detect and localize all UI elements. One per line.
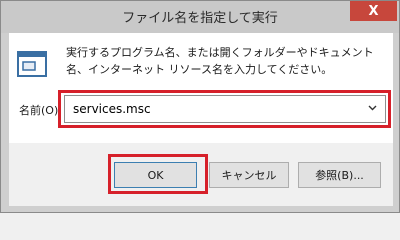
run-dialog: ファイル名を指定して実行 X 実行するプログラム名、または開くフォルダーやドキュ… — [0, 0, 400, 213]
close-button[interactable]: X — [350, 1, 397, 21]
browse-button[interactable]: 参照(B)... — [298, 162, 381, 188]
title-bar: ファイル名を指定して実行 X — [1, 1, 399, 33]
close-icon: X — [368, 3, 379, 19]
cancel-button[interactable]: キャンセル — [209, 162, 289, 188]
run-dialog-icon — [17, 51, 47, 77]
cancel-button-label: キャンセル — [221, 169, 277, 182]
highlight-frame-input — [58, 90, 391, 128]
open-label: 名前(O): — [19, 104, 62, 117]
window-title: ファイル名を指定して実行 — [122, 11, 278, 26]
browse-button-label: 参照(B)... — [315, 169, 364, 182]
highlight-frame-ok — [108, 154, 208, 194]
description-text: 実行するプログラム名、または開くフォルダーやドキュメント名、インターネット リソ… — [66, 46, 374, 76]
